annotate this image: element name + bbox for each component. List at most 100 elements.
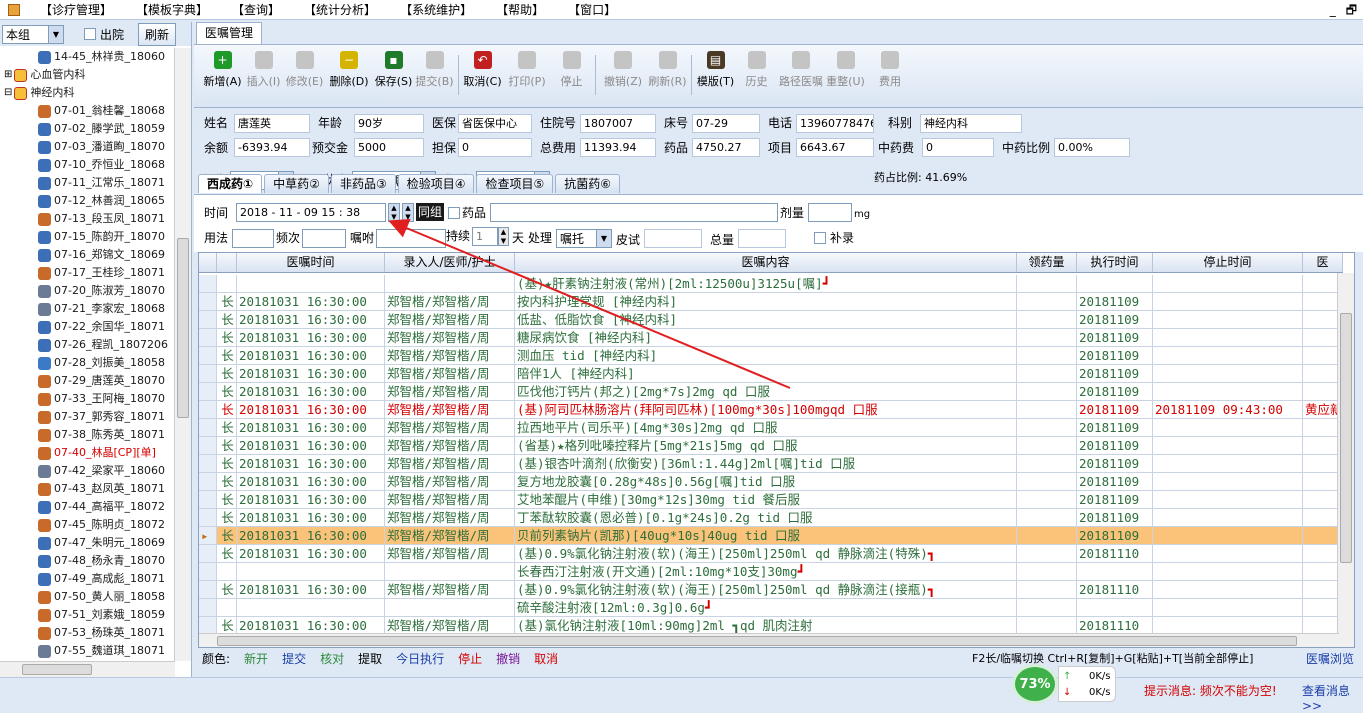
table-row[interactable]: 长 20181031 16:30:00 郑智楷/郑智楷/周 按内科护理常规 [神经内科… <box>199 293 1343 311</box>
tree-item[interactable]: 07-53_杨珠英_18071 <box>0 624 174 642</box>
tree-item[interactable]: 07-17_王桂珍_18071 <box>0 264 174 282</box>
scroll-thumb[interactable] <box>217 636 1297 646</box>
tree-item[interactable]: 07-48_杨永青_18070 <box>0 552 174 570</box>
bed-field[interactable]: 07-29 <box>692 114 760 133</box>
column-header[interactable]: 录入人/医师/护士 <box>385 253 515 272</box>
menu-item-6[interactable]: 【窗口】 <box>554 0 626 20</box>
table-row[interactable]: 长春西汀注射液(开文通)[2ml:10mg*10支]30mg┛ <box>199 563 1343 581</box>
tab-orders[interactable]: 医嘱管理 <box>196 22 263 44</box>
admission-field[interactable]: 1807007 <box>580 114 656 133</box>
tree-item[interactable]: 07-13_段玉凤_18071 <box>0 210 174 228</box>
menu-item-4[interactable]: 【系统维护】 <box>386 0 482 20</box>
scroll-thumb[interactable] <box>177 238 189 418</box>
total-field[interactable]: 11393.94 <box>580 138 656 157</box>
tree-item[interactable]: 14-45_林祥贵_18060 <box>0 48 174 66</box>
trash-button[interactable]: 撤销(Z) <box>599 45 647 105</box>
tree-item[interactable]: 07-15_陈韵开_18070 <box>0 228 174 246</box>
herb-fee-field[interactable]: 0 <box>922 138 994 157</box>
guarantee-field[interactable]: 0 <box>458 138 532 157</box>
age-field[interactable]: 90岁 <box>354 114 424 133</box>
column-header[interactable]: 医嘱内容 <box>515 253 1017 272</box>
column-header[interactable]: 执行时间 <box>1077 253 1153 272</box>
frequency-input[interactable] <box>302 229 346 248</box>
skin-test-input[interactable] <box>644 229 702 248</box>
tree-item[interactable]: ⊞ 心血管内科 <box>0 66 174 84</box>
edit-button[interactable]: 修改(E) <box>284 45 325 105</box>
table-row[interactable]: 长 20181031 16:30:00 郑智楷/郑智楷/周 (省基)★格列吡嗪控释片[… <box>199 437 1343 455</box>
tree-item[interactable]: 07-21_李家宏_18068 <box>0 300 174 318</box>
table-row[interactable]: 长 20181031 16:30:00 郑智楷/郑智楷/周 (基)0.9%氯化钠注射液… <box>199 545 1343 563</box>
duration-spinner[interactable]: ▲ ▼ <box>498 227 509 246</box>
total-qty-input[interactable] <box>738 229 786 248</box>
tree-item[interactable]: 07-33_王阿梅_18070 <box>0 390 174 408</box>
add-button[interactable]: + 新增(A) <box>202 45 243 105</box>
tree-item[interactable]: 07-03_潘道眴_18070 <box>0 138 174 156</box>
tree-item[interactable]: 07-55_魏道琪_18071 <box>0 642 174 660</box>
tree-item[interactable]: 07-51_刘素娥_18059 <box>0 606 174 624</box>
tree-horizontal-scrollbar[interactable] <box>0 661 175 677</box>
table-row[interactable]: 长 20181031 16:30:00 郑智楷/郑智楷/周 拉西地平片(司乐平)[4m… <box>199 419 1343 437</box>
table-row[interactable]: (基)★肝素钠注射液(常州)[2ml:12500u]3125u[嘱]┛ <box>199 275 1343 293</box>
menu-item-3[interactable]: 【统计分析】 <box>290 0 386 20</box>
reorganize-button[interactable]: 重整(U) <box>825 45 866 105</box>
table-row[interactable]: 长 20181031 16:30:00 郑智楷/郑智楷/周 (基)0.9%氯化钠注射液… <box>199 581 1343 599</box>
table-row[interactable]: 长 20181031 16:30:00 郑智楷/郑智楷/周 (基)阿司匹林肠溶片(拜阿… <box>199 401 1343 419</box>
menu-item-2[interactable]: 【查询】 <box>218 0 290 20</box>
drug-input[interactable] <box>490 203 778 222</box>
grid-horizontal-scrollbar[interactable] <box>199 633 1339 647</box>
tree-item[interactable]: 07-43_赵凤英_18071 <box>0 480 174 498</box>
table-row[interactable]: 长 20181031 16:30:00 郑智楷/郑智楷/周 低盐、低脂饮食 [神经内科… <box>199 311 1343 329</box>
chevron-down-icon[interactable]: ▼ <box>596 230 611 247</box>
network-gauge[interactable]: 73% <box>1012 664 1058 704</box>
tree-item[interactable]: 07-28_刘振美_18058 <box>0 354 174 372</box>
refresh-button[interactable]: 刷新 <box>138 22 177 46</box>
usage-input[interactable] <box>232 229 274 248</box>
table-row[interactable]: 长 20181031 16:30:00 郑智楷/郑智楷/周 复方地龙胶囊[0.28g*… <box>199 473 1343 491</box>
undo-button[interactable]: ↶ 取消(C) <box>462 45 503 105</box>
print-button[interactable]: 打印(P) <box>503 45 551 105</box>
table-row[interactable]: 硫辛酸注射液[12ml:0.3g]0.6g┛ <box>199 599 1343 617</box>
tree-item[interactable]: 07-38_陈秀英_18071 <box>0 426 174 444</box>
tree-item[interactable]: 07-16_郑锦文_18069 <box>0 246 174 264</box>
save-button[interactable]: ▪ 保存(S) <box>373 45 414 105</box>
name-field[interactable]: 唐莲英 <box>234 114 310 133</box>
tree-item[interactable]: 07-50_黄人丽_18058 <box>0 588 174 606</box>
tree-item[interactable]: 07-26_程凯_1807206 <box>0 336 174 354</box>
instruction-input[interactable] <box>376 229 446 248</box>
column-header[interactable] <box>217 253 237 272</box>
column-header[interactable] <box>199 253 217 272</box>
tree-item[interactable]: 07-10_乔恒业_18068 <box>0 156 174 174</box>
column-header[interactable]: 领药量 <box>1017 253 1077 272</box>
tree-item[interactable]: 07-45_陈明贞_18072 <box>0 516 174 534</box>
time-input[interactable]: 2018 - 11 - 09 15 : 38 <box>236 203 386 222</box>
submit-button[interactable]: 提交(B) <box>414 45 455 105</box>
table-row[interactable]: 长 20181031 16:30:00 郑智楷/郑智楷/周 (基)银杏叶滴剂(欣衡安)… <box>199 455 1343 473</box>
tree-item[interactable]: 07-37_郭秀容_18071 <box>0 408 174 426</box>
group-select[interactable]: 本组 ▼ <box>2 24 64 44</box>
minimize-icon[interactable]: _ <box>1330 0 1336 20</box>
history-button[interactable]: 历史 <box>736 45 777 105</box>
restore-icon[interactable]: 🗗 <box>1346 0 1357 20</box>
table-row[interactable]: 长 20181031 16:30:00 郑智楷/郑智楷/周 陪伴1人 [神经内科] 20… <box>199 365 1343 383</box>
template-button[interactable]: ▤ 模版(T) <box>695 45 736 105</box>
tree-vertical-scrollbar[interactable] <box>174 48 191 661</box>
tree-item[interactable]: 07-20_陈淑芳_18070 <box>0 282 174 300</box>
tab-order-type-3[interactable]: 检验项目④ <box>397 174 475 193</box>
tree-item[interactable]: 07-12_林善润_18065 <box>0 192 174 210</box>
grid-vertical-scrollbar[interactable] <box>1337 273 1354 647</box>
tree-item[interactable]: ⊟ 神经内科 <box>0 84 174 102</box>
dept-field[interactable]: 神经内科 <box>920 114 1022 133</box>
discharge-checkbox[interactable] <box>84 28 96 40</box>
browse-orders-link[interactable]: 医嘱浏览 <box>1306 650 1354 668</box>
tree-item[interactable]: 07-40_林晶[CP][单] <box>0 444 174 462</box>
table-row[interactable]: ▸ 长 20181031 16:30:00 郑智楷/郑智楷/周 贝前列素钠片(凯那)[4… <box>199 527 1343 545</box>
table-row[interactable]: 长 20181031 16:30:00 郑智楷/郑智楷/周 艾地苯醌片(申维)[30m… <box>199 491 1343 509</box>
balance-field[interactable]: -6393.94 <box>234 138 310 157</box>
deposit-field[interactable]: 5000 <box>354 138 424 157</box>
same-group-checkbox[interactable] <box>448 207 460 219</box>
herb-ratio-field[interactable]: 0.00% <box>1054 138 1130 157</box>
table-row[interactable]: 长 20181031 16:30:00 郑智楷/郑智楷/周 糖尿病饮食 [神经内科] 2… <box>199 329 1343 347</box>
scroll-thumb[interactable] <box>22 664 92 675</box>
tab-order-type-4[interactable]: 检查项目⑤ <box>476 174 554 193</box>
process-select[interactable]: 嘱托 ▼ <box>556 229 612 248</box>
